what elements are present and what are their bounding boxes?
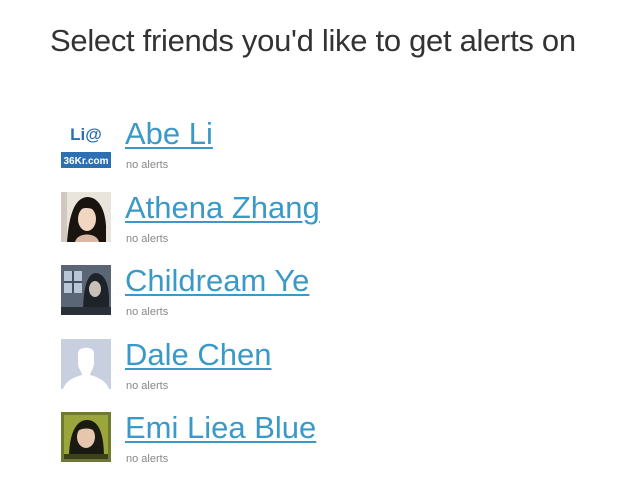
default-silhouette-icon (61, 338, 111, 389)
photo-icon (61, 265, 111, 315)
avatar[interactable] (61, 412, 111, 462)
avatar-logo-text: Li@ (70, 125, 102, 144)
photo-icon (61, 412, 111, 462)
logo-icon: Li@ 36Kr.com (61, 118, 111, 168)
avatar-logo-subtext: 36Kr.com (63, 156, 108, 167)
alert-status: no alerts (126, 306, 169, 318)
friend-name-link[interactable]: Dale Chen (125, 337, 271, 373)
page-title: Select friends you'd like to get alerts … (50, 23, 576, 58)
avatar[interactable] (61, 191, 111, 242)
alert-status: no alerts (126, 379, 169, 392)
friend-name-link[interactable]: Abe Li (125, 116, 213, 152)
avatar[interactable] (61, 338, 111, 389)
alert-status: no alerts (126, 232, 169, 245)
alert-status: no alerts (126, 453, 169, 465)
avatar[interactable]: Li@ 36Kr.com (61, 118, 111, 168)
friend-name-link[interactable]: Emi Liea Blue (125, 410, 316, 446)
friend-name-link[interactable]: Athena Zhang (125, 190, 320, 226)
alert-status: no alerts (126, 159, 169, 171)
photo-icon (61, 191, 111, 242)
avatar[interactable] (61, 265, 111, 315)
friend-name-link[interactable]: Childream Ye (125, 263, 309, 299)
